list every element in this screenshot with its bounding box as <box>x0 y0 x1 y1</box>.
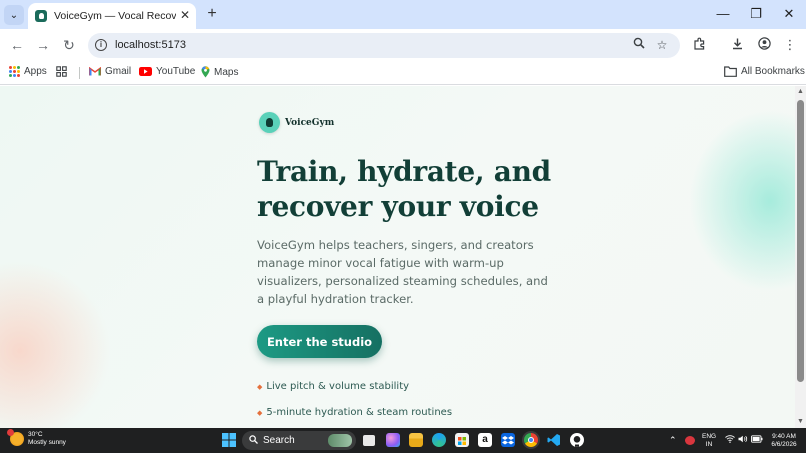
feature-label: Live pitch & volume stability <box>266 381 410 392</box>
feature-item: ◆ 5-minute hydration & steam routines <box>257 407 452 418</box>
bookmark-label: Apps <box>24 66 47 77</box>
copilot-icon[interactable] <box>386 433 400 447</box>
bookmark-label: Gmail <box>105 66 132 77</box>
microsoft-store-icon[interactable] <box>455 433 469 447</box>
apps-grid-icon <box>9 66 20 77</box>
language-indicator[interactable]: ENG IN <box>702 433 716 449</box>
scroll-down-icon[interactable]: ▼ <box>797 418 804 425</box>
file-explorer-icon[interactable] <box>409 433 423 447</box>
bookmark-youtube[interactable]: YouTube <box>139 66 195 77</box>
url-text[interactable]: localhost:5173 <box>115 39 186 51</box>
search-icon <box>249 435 258 446</box>
search-label: Search <box>263 435 295 446</box>
tab-active[interactable]: VoiceGym — Vocal Recovery St ✕ <box>28 3 196 29</box>
scrollbar-thumb[interactable] <box>797 100 804 382</box>
windows-taskbar: 30°C Mostly sunny Search a ⌃ ENG IN 9:40… <box>0 428 806 453</box>
brand-name: VoiceGym <box>285 117 335 128</box>
search-highlight-icon <box>328 434 352 447</box>
gmail-icon <box>89 67 101 76</box>
new-tab-button[interactable]: + <box>204 5 220 23</box>
feature-label: 5-minute hydration & steam routines <box>266 407 453 418</box>
dropbox-icon[interactable] <box>501 433 515 447</box>
bookmark-gmail[interactable]: Gmail <box>89 66 131 77</box>
windows-start-icon[interactable] <box>222 433 236 447</box>
page-viewport: VoiceGym Train, hydrate, and recover you… <box>0 86 795 428</box>
tab-groups-icon[interactable] <box>56 66 67 77</box>
vscode-icon[interactable] <box>547 433 561 447</box>
chrome-icon[interactable] <box>524 433 538 447</box>
folder-icon <box>724 66 737 77</box>
amazon-icon[interactable]: a <box>478 433 492 447</box>
page-lead: VoiceGym helps teachers, singers, and cr… <box>257 238 548 306</box>
maps-icon <box>201 66 210 78</box>
tab-close-icon[interactable]: ✕ <box>180 8 190 22</box>
vertical-scrollbar[interactable]: ▲ ▼ <box>795 86 806 428</box>
chevron-up-icon[interactable]: ⌃ <box>669 435 677 445</box>
site-info-icon[interactable]: i <box>95 39 107 51</box>
diamond-bullet-icon: ◆ <box>257 408 263 417</box>
zoom-icon[interactable] <box>631 37 647 53</box>
weather-temp: 30°C <box>28 431 43 438</box>
language-code: ENG <box>702 433 717 440</box>
bookmark-label: YouTube <box>156 66 196 77</box>
bookmark-apps[interactable]: Apps <box>9 66 47 77</box>
profile-avatar-icon[interactable] <box>756 37 772 54</box>
volume-icon[interactable] <box>738 435 748 445</box>
weather-widget[interactable]: 30°C Mostly sunny <box>7 429 66 447</box>
enter-studio-button[interactable]: Enter the studio <box>257 325 382 358</box>
security-tray-icon[interactable] <box>685 436 695 445</box>
voicegym-favicon-icon <box>35 10 47 22</box>
battery-icon[interactable] <box>751 435 763 445</box>
region-code: IN <box>705 441 713 448</box>
voice-droplet-icon <box>259 112 280 133</box>
browser-toolbar: ← → ↻ i localhost:5173 ☆ ⋮ <box>0 29 806 61</box>
page-headline: Train, hydrate, and recover your voice <box>257 155 551 223</box>
edge-icon[interactable] <box>432 433 446 447</box>
restore-button[interactable]: ❐ <box>748 6 764 22</box>
diamond-bullet-icon: ◆ <box>257 382 263 391</box>
taskbar-search[interactable]: Search <box>242 431 356 450</box>
extensions-icon[interactable] <box>691 37 707 54</box>
download-icon[interactable] <box>729 37 745 54</box>
tab-title: VoiceGym — Vocal Recovery St <box>54 10 176 22</box>
minimize-button[interactable]: — <box>715 6 731 22</box>
feature-item: ◆ Live pitch & volume stability <box>257 381 409 392</box>
brand-logo[interactable]: VoiceGym <box>259 112 334 133</box>
chevron-down-icon: ⌄ <box>9 9 19 21</box>
task-view-icon[interactable] <box>363 435 375 446</box>
scroll-up-icon[interactable]: ▲ <box>797 88 804 95</box>
weather-condition: Mostly sunny <box>28 439 66 446</box>
address-bar[interactable]: i localhost:5173 ☆ <box>88 33 680 58</box>
menu-kebab-icon[interactable]: ⋮ <box>782 37 798 53</box>
clock-date: 6/6/2026 <box>771 441 797 448</box>
bookmarks-bar: Apps Gmail YouTube Maps All Bookmarks <box>0 61 806 85</box>
all-bookmarks[interactable]: All Bookmarks <box>724 66 805 77</box>
bookmark-maps[interactable]: Maps <box>201 66 238 78</box>
clock-time: 9:40 AM <box>772 433 796 440</box>
bookmark-star-icon[interactable]: ☆ <box>654 37 670 53</box>
github-icon[interactable] <box>570 433 584 447</box>
youtube-icon <box>139 67 152 76</box>
sun-icon <box>7 429 24 446</box>
tab-strip: ⌄ VoiceGym — Vocal Recovery St ✕ + — ❐ ✕ <box>0 0 806 29</box>
all-bookmarks-label: All Bookmarks <box>741 66 805 77</box>
bookmark-separator <box>79 67 80 79</box>
back-button[interactable]: ← <box>8 36 26 54</box>
tab-search-button[interactable]: ⌄ <box>4 5 24 25</box>
bookmark-label: Maps <box>214 66 239 78</box>
wifi-icon[interactable] <box>725 435 735 445</box>
clock[interactable]: 9:40 AM 6/6/2026 <box>767 433 801 449</box>
reload-button[interactable]: ↻ <box>60 36 78 54</box>
close-window-button[interactable]: ✕ <box>781 6 797 22</box>
forward-button[interactable]: → <box>34 36 52 54</box>
